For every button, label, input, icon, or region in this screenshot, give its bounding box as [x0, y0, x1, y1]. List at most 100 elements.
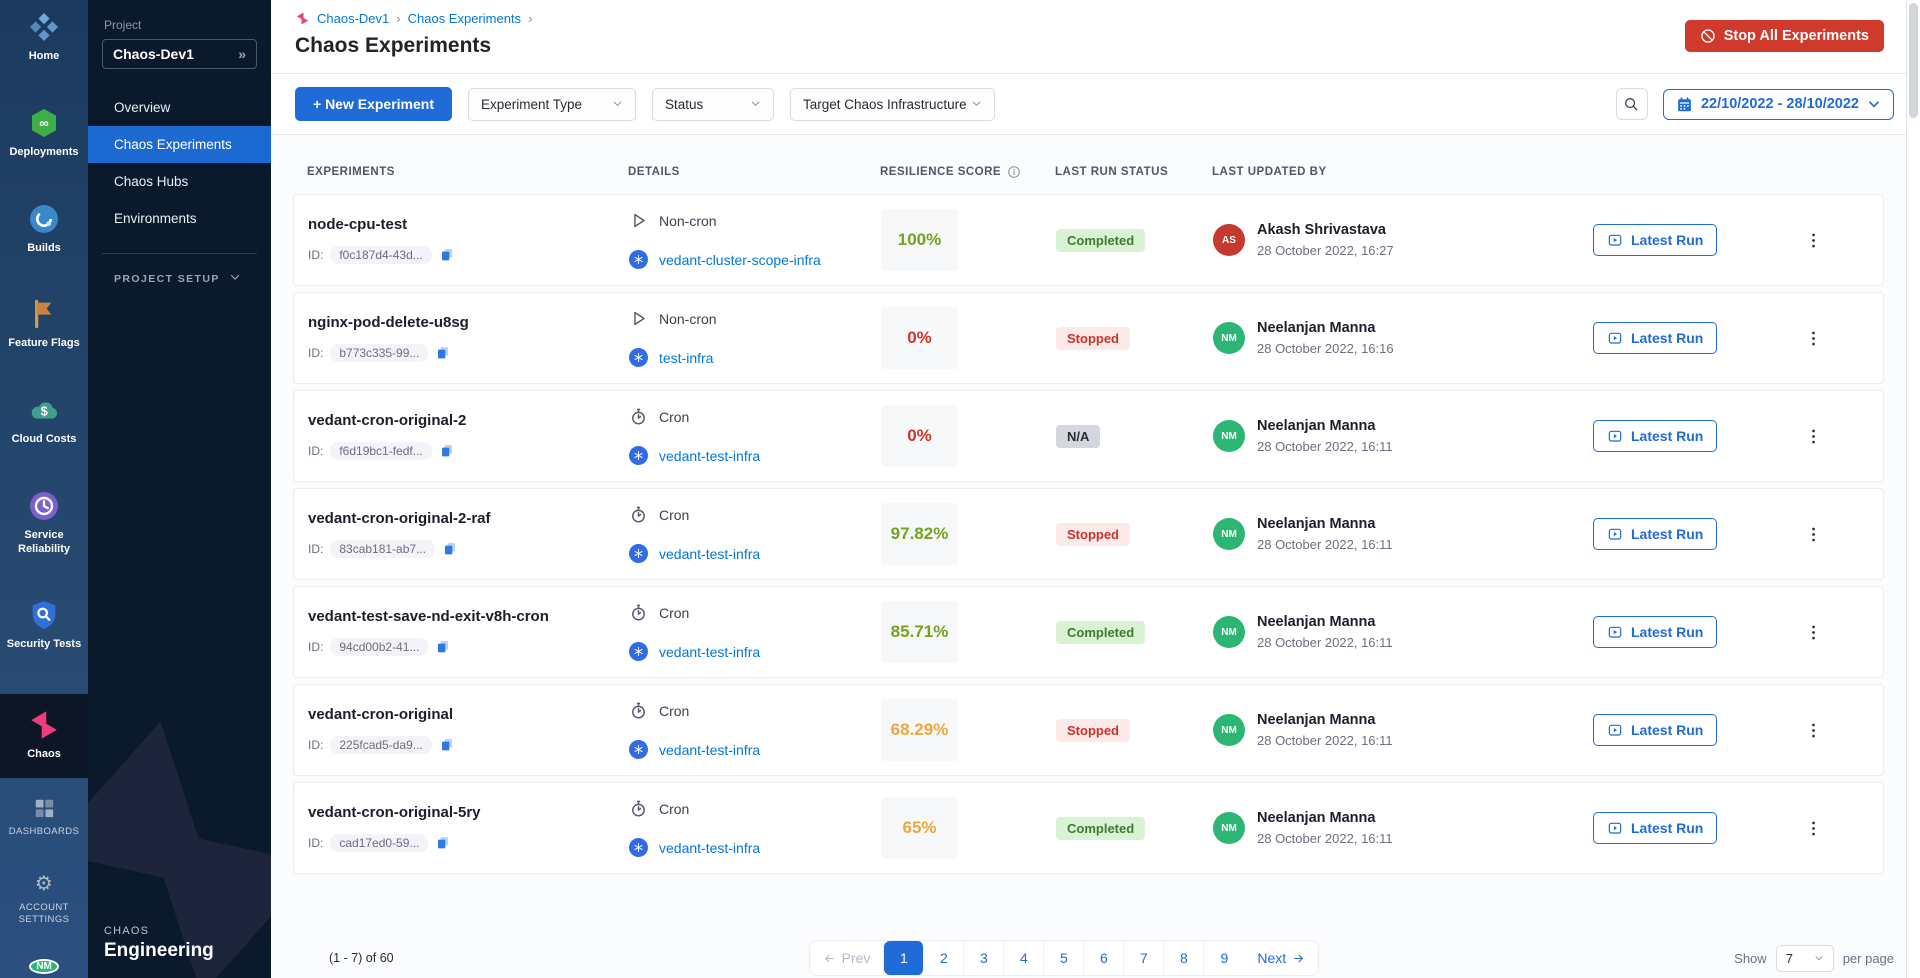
- sidebar-item-chaos[interactable]: Chaos: [0, 694, 88, 778]
- infrastructure-link[interactable]: vedant-test-infra: [659, 546, 760, 562]
- user-avatar[interactable]: NM: [29, 959, 59, 974]
- page-number-button[interactable]: 5: [1044, 941, 1084, 975]
- row-menu-button[interactable]: [1743, 231, 1883, 250]
- experiment-type-label: Cron: [659, 507, 689, 523]
- project-setup-toggle[interactable]: PROJECT SETUP: [88, 254, 271, 286]
- sidebar-item-service-reliability[interactable]: Service Reliability: [0, 489, 88, 557]
- run-play-icon: [1607, 624, 1623, 640]
- per-page-select[interactable]: 7: [1776, 945, 1834, 972]
- table-row: node-cpu-test ID: f0c187d4-43d... Non-cr…: [293, 194, 1884, 286]
- page-number-button[interactable]: 7: [1124, 941, 1164, 975]
- sidebar-item-account-settings[interactable]: ⚙ ACCOUNT SETTINGS: [0, 872, 88, 926]
- sidebar-item-home[interactable]: Home: [0, 10, 88, 64]
- experiment-type-icon: [629, 701, 648, 720]
- copy-icon[interactable]: [435, 639, 451, 655]
- project-label: Project: [104, 18, 255, 32]
- page-number-button[interactable]: 3: [964, 941, 1004, 975]
- next-page-button[interactable]: Next: [1244, 941, 1318, 975]
- sidebar-item-feature-flags[interactable]: Feature Flags: [0, 297, 88, 351]
- infrastructure-link[interactable]: vedant-test-infra: [659, 840, 760, 856]
- copy-icon[interactable]: [439, 247, 455, 263]
- stop-all-experiments-button[interactable]: Stop All Experiments: [1685, 20, 1884, 52]
- experiment-name[interactable]: nginx-pod-delete-u8sg: [308, 314, 629, 331]
- breadcrumb-page-link[interactable]: Chaos Experiments: [408, 11, 521, 26]
- latest-run-button[interactable]: Latest Run: [1593, 322, 1717, 354]
- latest-run-button[interactable]: Latest Run: [1593, 420, 1717, 452]
- page-number-button[interactable]: 9: [1204, 941, 1244, 975]
- copy-icon[interactable]: [442, 541, 458, 557]
- kebab-menu-icon: [1804, 525, 1823, 544]
- page-number-button[interactable]: 1: [884, 941, 924, 975]
- sidebar-item-chaos-experiments[interactable]: Chaos Experiments: [88, 126, 271, 163]
- latest-run-button[interactable]: Latest Run: [1593, 812, 1717, 844]
- prev-page-button[interactable]: Prev: [810, 941, 885, 975]
- project-selector[interactable]: Chaos-Dev1 »: [102, 39, 257, 69]
- row-menu-button[interactable]: [1743, 623, 1883, 642]
- row-menu-button[interactable]: [1743, 525, 1883, 544]
- per-page-control: Show 7 per page: [1734, 945, 1894, 972]
- sidebar-item-environments[interactable]: Environments: [88, 200, 271, 237]
- infrastructure-link[interactable]: test-infra: [659, 350, 713, 366]
- experiment-type-label: Cron: [659, 801, 689, 817]
- resilience-score: 68.29%: [881, 699, 958, 761]
- sidebar-item-cloud-costs[interactable]: $ Cloud Costs: [0, 393, 88, 447]
- user-name: Neelanjan Manna: [1257, 320, 1394, 336]
- date-range-picker[interactable]: 22/10/2022 - 28/10/2022: [1663, 89, 1894, 120]
- infrastructure-link[interactable]: vedant-test-infra: [659, 644, 760, 660]
- breadcrumb-project-link[interactable]: Chaos-Dev1: [317, 11, 389, 26]
- latest-run-button[interactable]: Latest Run: [1593, 224, 1717, 256]
- sidebar-item-security-tests[interactable]: Security Tests: [0, 598, 88, 652]
- infrastructure-link[interactable]: vedant-test-infra: [659, 742, 760, 758]
- page-number-button[interactable]: 6: [1084, 941, 1124, 975]
- sidebar-item-overview[interactable]: Overview: [88, 89, 271, 126]
- run-play-icon: [1607, 232, 1623, 248]
- kubernetes-icon: [629, 544, 648, 563]
- experiment-name[interactable]: node-cpu-test: [308, 216, 629, 233]
- new-experiment-button[interactable]: + New Experiment: [295, 87, 452, 121]
- copy-icon[interactable]: [439, 443, 455, 459]
- infrastructure-link[interactable]: vedant-test-infra: [659, 448, 760, 464]
- experiment-type-icon: [629, 309, 648, 328]
- breadcrumb: Chaos-Dev1 › Chaos Experiments ›: [295, 11, 1882, 26]
- home-icon: [27, 10, 61, 44]
- service-reliability-icon: [27, 489, 61, 523]
- avatar: AS: [1213, 224, 1245, 256]
- table-row: vedant-cron-original-2 ID: f6d19bc1-fedf…: [293, 390, 1884, 482]
- latest-run-button[interactable]: Latest Run: [1593, 714, 1717, 746]
- row-menu-button[interactable]: [1743, 329, 1883, 348]
- latest-run-button[interactable]: Latest Run: [1593, 518, 1717, 550]
- info-icon[interactable]: [1007, 165, 1021, 179]
- experiment-type-icon: [629, 505, 648, 524]
- experiment-name[interactable]: vedant-test-save-nd-exit-v8h-cron: [308, 608, 629, 625]
- search-button[interactable]: [1616, 88, 1648, 120]
- expand-icon[interactable]: »: [238, 46, 246, 62]
- copy-icon[interactable]: [435, 835, 451, 851]
- row-menu-button[interactable]: [1743, 819, 1883, 838]
- sidebar-item-builds[interactable]: Builds: [0, 202, 88, 256]
- page-number-button[interactable]: 8: [1164, 941, 1204, 975]
- experiment-name[interactable]: vedant-cron-original-2-raf: [308, 510, 629, 527]
- experiment-name[interactable]: vedant-cron-original-5ry: [308, 804, 629, 821]
- latest-run-button[interactable]: Latest Run: [1593, 616, 1717, 648]
- experiment-name[interactable]: vedant-cron-original-2: [308, 412, 629, 429]
- status-filter[interactable]: Status: [652, 88, 774, 121]
- chevron-down-icon: [229, 271, 241, 286]
- scrollbar-thumb[interactable]: [1909, 3, 1918, 118]
- row-menu-button[interactable]: [1743, 721, 1883, 740]
- target-chaos-infrastructure-filter[interactable]: Target Chaos Infrastructure: [790, 88, 995, 121]
- experiment-type-filter[interactable]: Experiment Type: [468, 88, 636, 121]
- page-number-button[interactable]: 4: [1004, 941, 1044, 975]
- page-number-button[interactable]: 2: [924, 941, 964, 975]
- copy-icon[interactable]: [435, 345, 451, 361]
- sidebar-item-chaos-hubs[interactable]: Chaos Hubs: [88, 163, 271, 200]
- experiment-name[interactable]: vedant-cron-original: [308, 706, 629, 723]
- row-menu-button[interactable]: [1743, 427, 1883, 446]
- calendar-icon: [1676, 96, 1693, 113]
- copy-icon[interactable]: [439, 737, 455, 753]
- vertical-scrollbar[interactable]: [1906, 0, 1920, 978]
- infrastructure-link[interactable]: vedant-cluster-scope-infra: [659, 252, 821, 268]
- sidebar-item-dashboards[interactable]: DASHBOARDS: [0, 796, 88, 838]
- sidebar-item-deployments[interactable]: ∞ Deployments: [0, 106, 88, 160]
- user-name: Neelanjan Manna: [1257, 418, 1393, 434]
- chaos-breadcrumb-icon: [295, 11, 310, 26]
